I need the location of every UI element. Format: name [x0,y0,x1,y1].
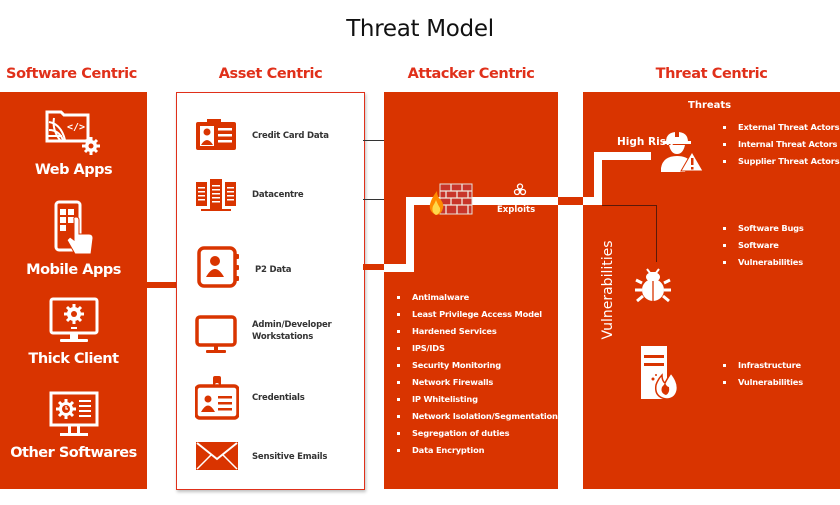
software-label: Thick Client [28,351,119,367]
heading-attacker-centric: Attacker Centric [407,66,535,82]
threat-actor-item: Internal Threat Actors [721,136,839,153]
asset-item-workstations: Admin/Developer Workstations [177,315,364,365]
control-item: IPS/IDS [395,340,558,357]
software-label: Web Apps [34,162,113,178]
security-controls-list: Antimalware Least Privilege Access Model… [395,289,558,459]
web-app-icon: </> [44,108,104,158]
threat-actors-list: External Threat Actors Internal Threat A… [721,119,840,170]
envelope-icon [195,441,239,471]
asset-label: Datacentre [252,190,304,200]
software-item-web-apps: </> Web Apps [0,108,147,178]
asset-label-line2: Workstations [252,332,314,342]
risk-path-segment [594,152,651,160]
control-item: Hardened Services [395,323,558,340]
software-item-thick-client: Thick Client [0,297,147,367]
connector-attacker-threat [558,197,583,205]
biohazard-icon [513,183,527,197]
asset-label: P2 Data [255,265,292,275]
control-item: Antimalware [395,289,558,306]
threat-actor-item: External Threat Actors [721,119,840,136]
software-vuln-item: Vulnerabilities [721,254,804,271]
software-vulns-list: Software Bugs Software Vulnerabilities [721,220,804,271]
software-item-mobile-apps: Mobile Apps [0,200,147,278]
asset-item-sensitive-emails: Sensitive Emails [177,441,364,491]
attack-path-segment [406,197,414,272]
software-label: Other Softwares [10,445,137,461]
control-item: Security Monitoring [395,357,558,374]
connector-asset-attacker [363,264,385,270]
asset-item-credit-card: Credit Card Data [177,119,364,169]
svg-text:</>: </> [67,122,85,133]
connector-software-asset [147,282,177,288]
threat-actor-item: Supplier Threat Actors [721,153,840,170]
software-label: Mobile Apps [26,262,121,278]
asset-item-datacentre: Datacentre [177,179,364,229]
asset-centric-panel: Credit Card Data Datacentre P2 Data Admi… [176,92,365,490]
asset-label: Admin/Developer Workstations [252,319,332,343]
infra-vuln-item: Infrastructure [721,357,803,374]
control-item: IP Whitelisting [395,391,558,408]
server-fire-icon [640,345,682,401]
heading-software-centric: Software Centric [6,66,137,82]
mobile-touch-icon [50,200,98,258]
threats-title: Threats [688,100,732,111]
asset-label: Credit Card Data [252,131,329,141]
asset-item-p2-data: P2 Data [177,246,364,296]
infra-vuln-item: Vulnerabilities [721,374,803,391]
threat-actor-warning-icon [660,130,704,172]
id-card-icon [195,119,237,151]
monitor-gear-icon [48,297,100,347]
software-item-other-softwares: Other Softwares [0,391,147,461]
control-item: Segregation of duties [395,425,558,442]
heading-asset-centric: Asset Centric [218,66,323,82]
contact-book-icon [197,246,239,288]
page-title: Threat Model [346,16,494,42]
control-item: Least Privilege Access Model [395,306,558,323]
asset-label-line1: Admin/Developer [252,320,332,330]
control-item: Network Isolation/Segmentation [395,408,558,425]
software-vuln-item: Software Bugs [721,220,804,237]
bug-icon [634,265,672,303]
software-vuln-item: Software [721,237,804,254]
firewall-icon [427,182,475,218]
asset-label: Credentials [252,393,305,403]
vulnerabilities-label: Vulnerabilities [600,240,616,340]
heading-threat-centric: Threat Centric [655,66,768,82]
control-item: Network Firewalls [395,374,558,391]
control-item: Data Encryption [395,442,558,459]
badge-icon [195,376,239,420]
monitor-settings-icon [48,391,100,441]
infra-vulns-list: Infrastructure Vulnerabilities [721,357,803,391]
exploits-label: Exploits [497,205,536,215]
asset-label: Sensitive Emails [252,452,328,462]
monitor-icon [195,315,237,355]
asset-item-credentials: Credentials [177,376,364,426]
server-rack-icon [195,179,237,211]
